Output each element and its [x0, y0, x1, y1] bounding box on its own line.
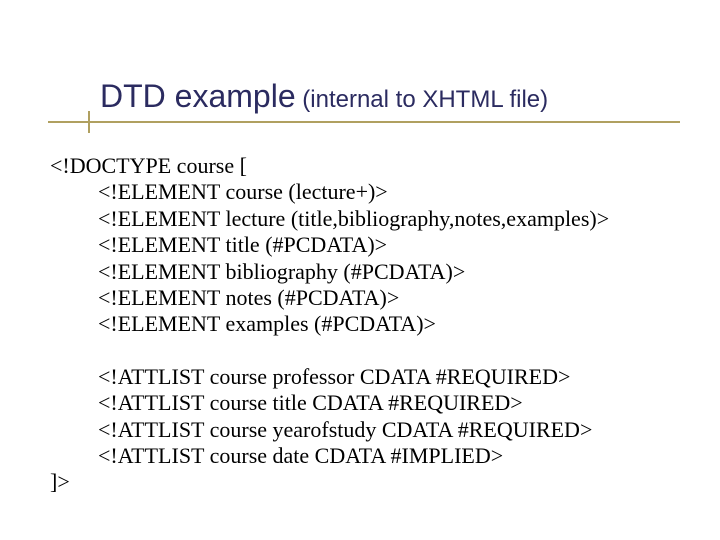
dtd-element-line: <!ELEMENT title (#PCDATA)> — [50, 232, 720, 258]
dtd-close-line: ]> — [50, 469, 720, 495]
slide-body: <!DOCTYPE course [ <!ELEMENT course (lec… — [0, 123, 720, 496]
dtd-open-line: <!DOCTYPE course [ — [50, 153, 720, 179]
blank-line — [50, 338, 720, 364]
dtd-element-line: <!ELEMENT notes (#PCDATA)> — [50, 285, 720, 311]
dtd-element-line: <!ELEMENT bibliography (#PCDATA)> — [50, 259, 720, 285]
dtd-attlist-line: <!ATTLIST course date CDATA #IMPLIED> — [50, 443, 720, 469]
dtd-attlist-line: <!ATTLIST course professor CDATA #REQUIR… — [50, 364, 720, 390]
slide-title-sub: (internal to XHTML file) — [296, 86, 549, 113]
slide-title-area: DTD example (internal to XHTML file) — [0, 0, 720, 123]
dtd-element-line: <!ELEMENT lecture (title,bibliography,no… — [50, 206, 720, 232]
title-underline — [48, 121, 680, 123]
slide: DTD example (internal to XHTML file) <!D… — [0, 0, 720, 540]
dtd-element-line: <!ELEMENT course (lecture+)> — [50, 179, 720, 205]
dtd-attlist-line: <!ATTLIST course title CDATA #REQUIRED> — [50, 390, 720, 416]
slide-title-main: DTD example — [100, 78, 296, 114]
dtd-element-line: <!ELEMENT examples (#PCDATA)> — [50, 311, 720, 337]
dtd-attlist-line: <!ATTLIST course yearofstudy CDATA #REQU… — [50, 417, 720, 443]
title-tick-mark — [88, 111, 90, 133]
